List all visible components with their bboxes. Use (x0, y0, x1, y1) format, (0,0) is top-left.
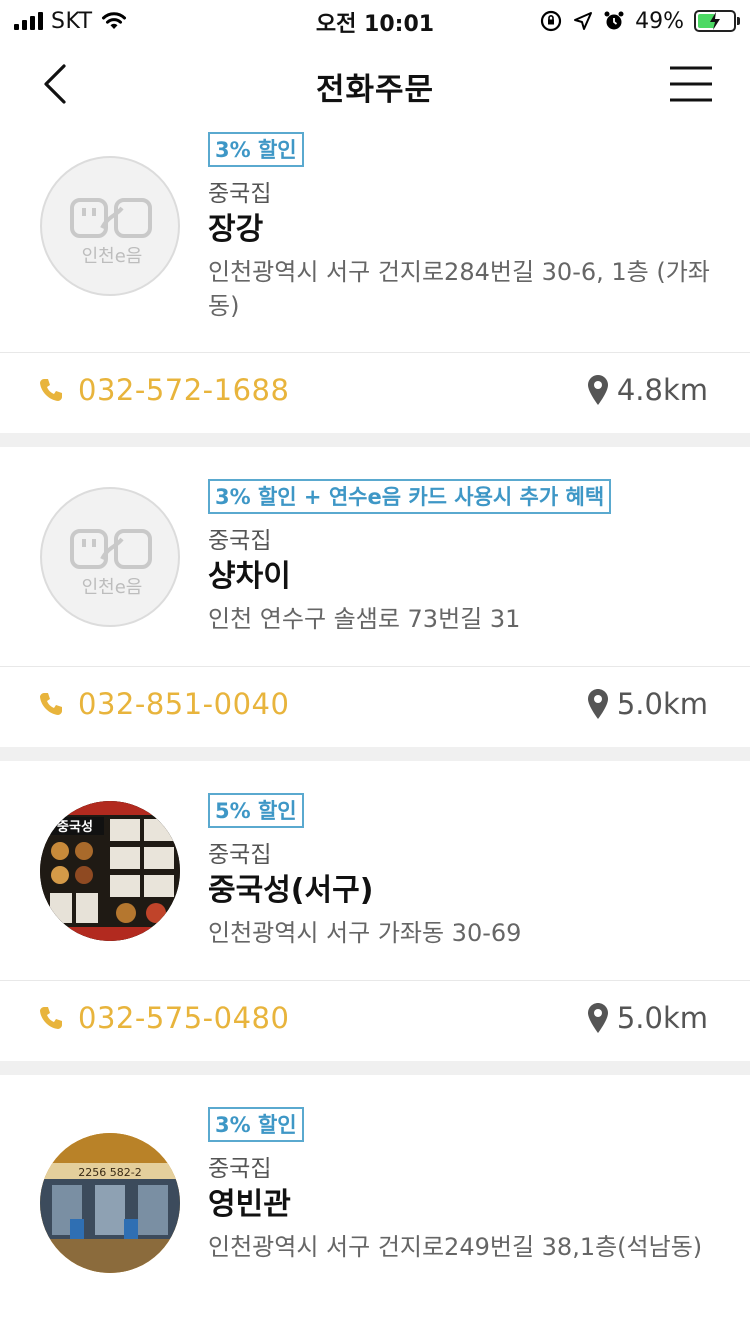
restaurant-address: 인천광역시 서구 가좌동 30-69 (208, 919, 522, 947)
restaurant-text: 3% 할인 중국집 영빈관 인천광역시 서구 건지로249번길 38,1층(석남… (208, 1107, 710, 1264)
restaurant-category: 중국집 (208, 1156, 272, 1182)
distance: 4.8km (587, 373, 708, 407)
storefront-photo-icon: 2256 582-2 (40, 1133, 180, 1273)
restaurant-card[interactable]: 인천e음 3% 할인 + 연수e음 카드 사용시 추가 혜택 중국집 샹차이 인… (0, 447, 750, 747)
incheon-eum-logo-icon: 인천e음 (70, 529, 152, 598)
card-separator (0, 1061, 750, 1075)
menu-board-photo-icon: 중국성 (40, 801, 180, 941)
restaurant-info[interactable]: 2256 582-2 3% 할인 중국집 영빈관 인천광역시 서구 건지로249… (0, 1075, 750, 1334)
distance-value: 5.0km (616, 687, 708, 721)
restaurant-name: 샹차이 (208, 559, 291, 594)
restaurant-card[interactable]: 중국성 5% 할인 중국집 중국성(서구) 인천광역시 서구 가좌동 30-69 (0, 761, 750, 1061)
restaurant-logo: 인천e음 (40, 487, 180, 627)
restaurant-address: 인천 연수구 솔샘로 73번길 31 (208, 605, 521, 633)
phone-call-button[interactable]: 032-575-0480 (38, 1001, 289, 1035)
status-bar: SKT 오전 10:01 49% (0, 0, 750, 42)
restaurant-address: 인천광역시 서구 건지로284번길 30-6, 1층 (가좌동) (208, 258, 710, 320)
card-separator (0, 433, 750, 447)
location-arrow-icon (574, 12, 593, 30)
hamburger-menu-icon[interactable] (668, 64, 714, 104)
battery-icon (694, 10, 740, 32)
distance: 5.0km (587, 687, 708, 721)
phone-icon (40, 379, 62, 401)
restaurant-footer: 032-851-0040 5.0km (0, 667, 750, 747)
status-right: 49% (539, 8, 740, 34)
incheon-eum-logo-icon: 인천e음 (70, 198, 152, 267)
restaurant-text: 5% 할인 중국집 중국성(서구) 인천광역시 서구 가좌동 30-69 (208, 793, 710, 950)
discount-badge: 3% 할인 + 연수e음 카드 사용시 추가 혜택 (208, 479, 612, 514)
svg-text:중국성: 중국성 (57, 820, 93, 835)
discount-badge: 5% 할인 (208, 793, 304, 828)
alarm-icon (604, 11, 624, 30)
restaurant-footer: 032-572-1688 4.8km (0, 353, 750, 433)
distance-value: 5.0km (616, 1001, 708, 1035)
map-pin-icon (587, 689, 608, 719)
restaurant-photo: 중국성 (40, 801, 180, 941)
restaurant-category: 중국집 (208, 528, 272, 554)
phone-number[interactable]: 032-575-0480 (78, 1001, 289, 1035)
battery-percent: 49% (635, 8, 684, 34)
distance-value: 4.8km (616, 373, 708, 407)
phone-icon (40, 1007, 62, 1029)
phone-call-button[interactable]: 032-851-0040 (38, 687, 289, 721)
nav-bar: 전화주문 (0, 42, 750, 126)
orientation-lock-icon (540, 10, 562, 32)
restaurant-logo: 인천e음 (40, 156, 180, 296)
phone-number[interactable]: 032-851-0040 (78, 687, 289, 721)
phone-call-button[interactable]: 032-572-1688 (38, 373, 289, 407)
phone-icon (40, 693, 62, 715)
restaurant-info[interactable]: 중국성 5% 할인 중국집 중국성(서구) 인천광역시 서구 가좌동 30-69 (0, 761, 750, 981)
restaurant-list: 인천e음 3% 할인 중국집 장강 인천광역시 서구 건지로284번길 30-6… (0, 120, 750, 1334)
restaurant-name: 영빈관 (208, 1187, 291, 1222)
restaurant-text: 3% 할인 + 연수e음 카드 사용시 추가 혜택 중국집 샹차이 인천 연수구… (208, 479, 710, 636)
restaurant-category: 중국집 (208, 842, 272, 868)
discount-badge: 3% 할인 (208, 1107, 304, 1142)
restaurant-photo: 2256 582-2 (40, 1133, 180, 1273)
restaurant-info[interactable]: 인천e음 3% 할인 + 연수e음 카드 사용시 추가 혜택 중국집 샹차이 인… (0, 447, 750, 667)
phone-number[interactable]: 032-572-1688 (78, 373, 289, 407)
restaurant-name: 중국성(서구) (208, 873, 374, 908)
restaurant-footer: 032-575-0480 5.0km (0, 981, 750, 1061)
page-title: 전화주문 (315, 72, 435, 108)
card-separator (0, 747, 750, 761)
svg-text:인천e음: 인천e음 (82, 246, 143, 267)
restaurant-name: 장강 (208, 212, 264, 247)
svg-text:2256 582-2: 2256 582-2 (78, 1166, 141, 1179)
discount-badge: 3% 할인 (208, 132, 304, 167)
restaurant-info[interactable]: 인천e음 3% 할인 중국집 장강 인천광역시 서구 건지로284번길 30-6… (0, 120, 750, 353)
restaurant-text: 3% 할인 중국집 장강 인천광역시 서구 건지로284번길 30-6, 1층 … (208, 132, 710, 323)
restaurant-card[interactable]: 2256 582-2 3% 할인 중국집 영빈관 인천광역시 서구 건지로249… (0, 1075, 750, 1334)
svg-text:인천e음: 인천e음 (82, 577, 143, 598)
restaurant-address: 인천광역시 서구 건지로249번길 38,1층(석남동) (208, 1233, 703, 1261)
map-pin-icon (587, 375, 608, 405)
distance: 5.0km (587, 1001, 708, 1035)
map-pin-icon (587, 1003, 608, 1033)
restaurant-category: 중국집 (208, 181, 272, 207)
restaurant-card[interactable]: 인천e음 3% 할인 중국집 장강 인천광역시 서구 건지로284번길 30-6… (0, 120, 750, 433)
